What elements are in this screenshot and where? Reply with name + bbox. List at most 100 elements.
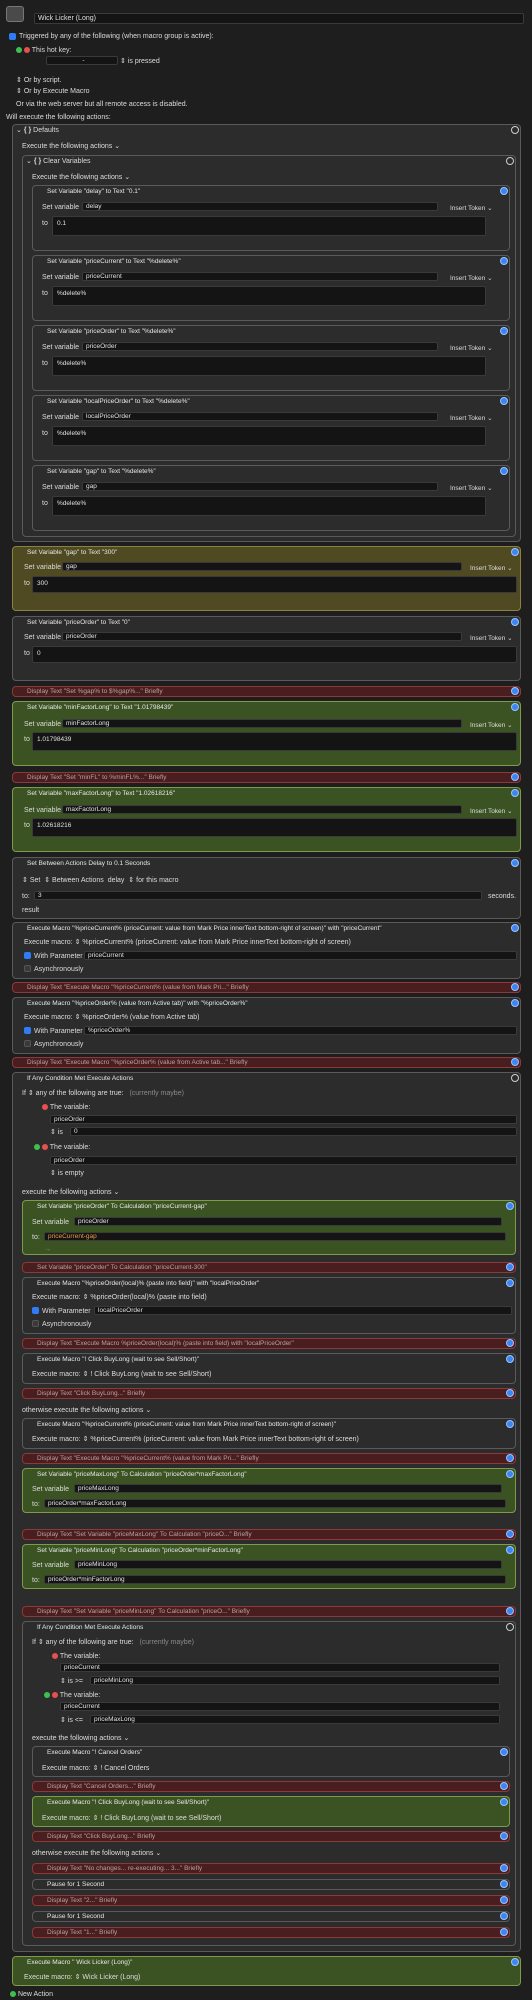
async-checkbox[interactable] xyxy=(32,1320,39,1327)
hotkey-pressed[interactable]: ⇕ is pressed xyxy=(120,58,160,65)
remove-icon[interactable] xyxy=(42,1104,48,1111)
action-header[interactable]: Display Text "2..." Briefly xyxy=(33,1895,483,1906)
condition-value-field[interactable]: 0 xyxy=(70,1127,517,1136)
calculation-field[interactable]: priceOrder*maxFactorLong xyxy=(44,1499,506,1508)
value-text-area[interactable]: 1.02618216 xyxy=(32,818,517,837)
variable-name-field[interactable]: priceMinLong xyxy=(74,1560,502,1569)
macro-title-field[interactable]: Wick Licker (Long) xyxy=(34,13,524,24)
add-icon[interactable] xyxy=(34,1144,40,1151)
variable-name-field[interactable]: priceOrder xyxy=(82,342,438,351)
action-header[interactable]: If Any Condition Met Execute Actions xyxy=(13,1073,493,1084)
remove-icon[interactable] xyxy=(41,1144,48,1151)
info-icon[interactable] xyxy=(500,1798,508,1806)
action-header[interactable]: Display Text "Set Variable "priceMinLong… xyxy=(23,1606,493,1617)
info-icon[interactable] xyxy=(506,1420,514,1428)
info-icon[interactable] xyxy=(500,1912,508,1920)
info-icon[interactable] xyxy=(500,1832,508,1840)
variable-name-field[interactable]: gap xyxy=(82,482,438,491)
variable-name-field[interactable]: priceOrder xyxy=(74,1217,502,1226)
action-header[interactable]: Set Variable "priceOrder" to Text "%dele… xyxy=(33,326,483,337)
hotkey-field[interactable]: - xyxy=(46,56,118,65)
action-header[interactable]: Execute Macro "%priceCurrent% (priceCurr… xyxy=(13,923,503,934)
action-header[interactable]: Display Text "Set %gap% to $%gap%..." Br… xyxy=(13,686,493,697)
info-icon[interactable] xyxy=(500,187,508,195)
info-icon[interactable] xyxy=(511,773,519,781)
action-header[interactable]: Set Variable "gap" to Text "%delete%" xyxy=(33,466,483,477)
value-text-area[interactable]: %delete% xyxy=(52,286,486,306)
condition-variable-field[interactable]: priceCurrent xyxy=(60,1702,500,1711)
action-header[interactable]: Set Variable "priceOrder" to Text "0" xyxy=(13,617,493,628)
insert-token-button[interactable]: Insert Token ⌄ xyxy=(470,807,513,815)
parameter-field[interactable]: %priceOrder% xyxy=(84,1026,517,1035)
new-action-button[interactable]: New Action xyxy=(10,1991,53,1998)
info-icon[interactable] xyxy=(506,1530,514,1538)
info-icon[interactable] xyxy=(506,1546,514,1554)
value-text-area[interactable]: 0.1 xyxy=(52,216,486,236)
gear-icon[interactable] xyxy=(506,157,514,165)
info-icon[interactable] xyxy=(500,257,508,265)
parameter-field[interactable]: priceCurrent xyxy=(84,951,517,960)
info-icon[interactable] xyxy=(511,618,519,626)
info-icon[interactable] xyxy=(500,327,508,335)
condition-op[interactable]: ⇕ is <= xyxy=(60,1717,83,1724)
info-icon[interactable] xyxy=(511,548,519,556)
action-header[interactable]: Set Variable "priceOrder" To Calculation… xyxy=(23,1201,493,1212)
insert-token-button[interactable]: Insert Token ⌄ xyxy=(450,414,493,422)
action-header[interactable]: Display Text "Click BuyLong..." Briefly xyxy=(23,1388,493,1399)
action-header[interactable]: Pause for 1 Second xyxy=(33,1879,483,1890)
info-icon[interactable] xyxy=(506,1454,514,1462)
async-checkbox[interactable] xyxy=(24,965,31,972)
condition-value-field[interactable]: priceMaxLong xyxy=(90,1715,500,1724)
action-header[interactable]: Display Text "Execute Macro "%priceCurre… xyxy=(13,982,493,993)
with-parameter-checkbox[interactable] xyxy=(24,952,31,959)
trigger-checkbox[interactable] xyxy=(9,33,16,40)
condition-op[interactable]: ⇕ is xyxy=(50,1129,63,1136)
action-header[interactable]: Execute Macro "! Click BuyLong (wait to … xyxy=(33,1797,483,1808)
info-icon[interactable] xyxy=(506,1279,514,1287)
value-text-area[interactable]: %delete% xyxy=(52,496,486,516)
action-header[interactable]: Set Variable "maxFactorLong" to Text "1.… xyxy=(13,788,493,799)
action-header[interactable]: Execute Macro " Wick Licker (Long)" xyxy=(13,1957,493,1968)
or-script[interactable]: ⇕ Or by script. xyxy=(16,77,62,84)
info-icon[interactable] xyxy=(500,1748,508,1756)
add-icon[interactable] xyxy=(16,47,22,54)
value-text-area[interactable]: 0 xyxy=(32,646,517,663)
action-header[interactable]: Set Between Actions Delay to 0.1 Seconds xyxy=(13,858,493,869)
delay-settings[interactable]: ⇕ Set ⇕ Between Actions delay ⇕ for this… xyxy=(22,877,179,884)
info-icon[interactable] xyxy=(511,999,519,1007)
info-icon[interactable] xyxy=(500,1864,508,1872)
info-icon[interactable] xyxy=(511,924,519,932)
condition-op[interactable]: ⇕ is >= xyxy=(60,1678,83,1685)
action-header[interactable]: Display Text "Execute Macro "%priceOrder… xyxy=(13,1057,493,1068)
insert-token-button[interactable]: Insert Token ⌄ xyxy=(470,564,513,572)
variable-name-field[interactable]: minFactorLong xyxy=(62,719,462,728)
gear-icon[interactable] xyxy=(511,1074,519,1082)
action-header[interactable]: Display Text "No changes... re-executing… xyxy=(33,1863,483,1874)
action-header[interactable]: Set Variable "gap" to Text "300" xyxy=(13,547,493,558)
calculation-field[interactable]: priceOrder*minFactorLong xyxy=(44,1575,506,1584)
value-text-area[interactable]: %delete% xyxy=(52,356,486,376)
info-icon[interactable] xyxy=(511,703,519,711)
value-text-area[interactable]: 300 xyxy=(32,576,517,593)
action-header[interactable]: If Any Condition Met Execute Actions xyxy=(23,1622,493,1633)
insert-token-button[interactable]: Insert Token ⌄ xyxy=(470,721,513,729)
insert-token-button[interactable]: Insert Token ⌄ xyxy=(450,484,493,492)
remove-icon[interactable] xyxy=(23,47,30,54)
info-icon[interactable] xyxy=(500,1896,508,1904)
condition-value-field[interactable]: priceMinLong xyxy=(90,1676,500,1685)
info-icon[interactable] xyxy=(500,1880,508,1888)
info-icon[interactable] xyxy=(506,1355,514,1363)
action-header[interactable]: Execute Macro "%priceCurrent% (priceCurr… xyxy=(23,1419,493,1430)
value-text-area[interactable]: %delete% xyxy=(52,426,486,446)
action-header[interactable]: Execute Macro "%priceOrder(local)% (past… xyxy=(23,1278,493,1289)
remove-icon[interactable] xyxy=(52,1653,58,1660)
variable-name-field[interactable]: priceOrder xyxy=(62,632,462,641)
info-icon[interactable] xyxy=(511,859,519,867)
gear-icon[interactable] xyxy=(506,1623,514,1631)
info-icon[interactable] xyxy=(506,1202,514,1210)
info-icon[interactable] xyxy=(506,1339,514,1347)
insert-token-button[interactable]: Insert Token ⌄ xyxy=(450,204,493,212)
insert-token-button[interactable]: Insert Token ⌄ xyxy=(450,344,493,352)
info-icon[interactable] xyxy=(506,1263,514,1271)
gear-icon[interactable] xyxy=(511,126,519,134)
